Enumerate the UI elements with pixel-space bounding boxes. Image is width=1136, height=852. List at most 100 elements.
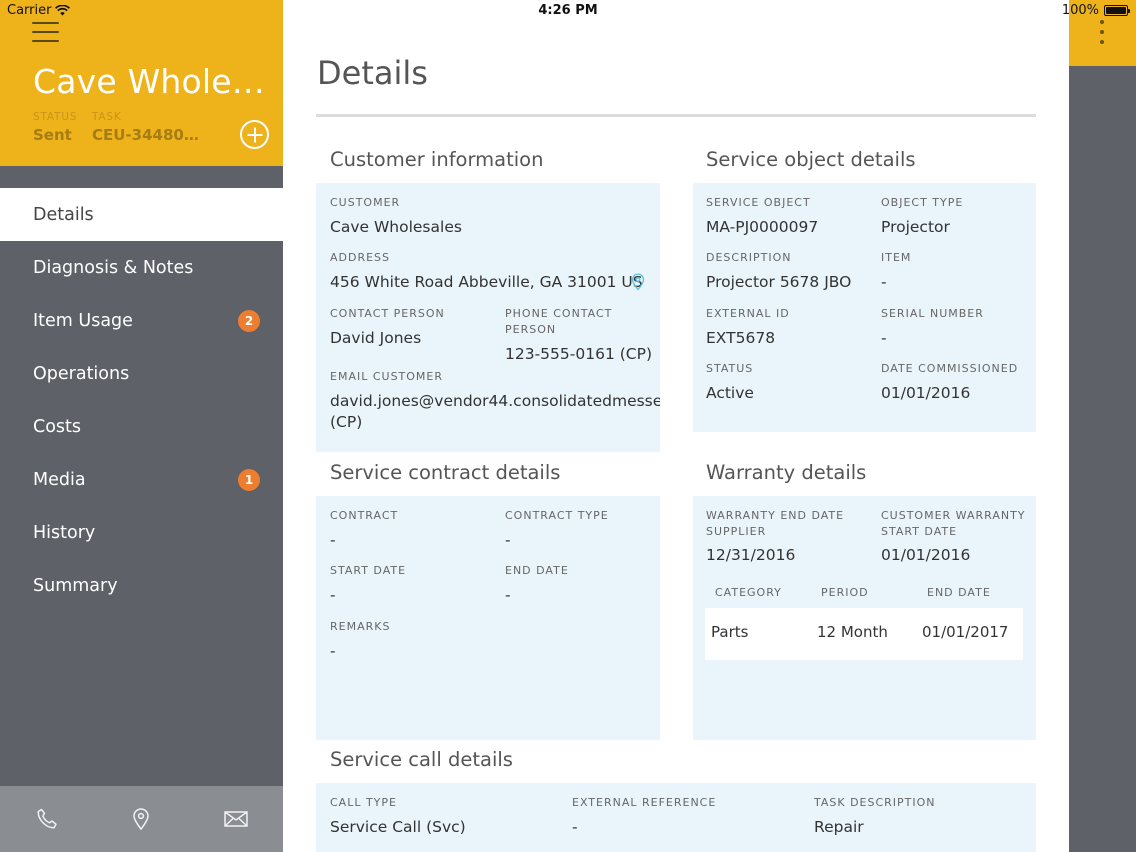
sidebar-item-costs[interactable]: Costs xyxy=(0,400,283,453)
carrier-indicator: Carrier xyxy=(7,3,71,18)
email-value-suffix: (CP) xyxy=(330,413,363,431)
clock: 4:26 PM xyxy=(538,3,598,18)
record-title: Cave Wholes… xyxy=(33,62,265,101)
service-contract-card: CONTRACT - CONTRACT TYPE - START DATE - … xyxy=(316,496,660,740)
task-description-label: TASK DESCRIPTION xyxy=(814,796,936,809)
sidebar-item-item-usage[interactable]: Item Usage 2 xyxy=(0,294,283,347)
contract-type-label: CONTRACT TYPE xyxy=(505,509,609,522)
service-object-label: SERVICE OBJECT xyxy=(706,196,811,209)
date-commissioned-value: 01/01/2016 xyxy=(881,384,971,402)
phone-contact-label-line2: PERSON xyxy=(505,323,557,336)
sidebar-item-label: Diagnosis & Notes xyxy=(33,257,194,278)
description-value: Projector 5678 JBO xyxy=(706,273,852,291)
sidebar-nav: Details Diagnosis & Notes Item Usage 2 O… xyxy=(0,188,283,612)
location-pin-icon xyxy=(133,808,150,831)
contact-person-value: David Jones xyxy=(330,329,422,347)
phone-contact-value[interactable]: 123-555-0161 (CP) xyxy=(505,344,652,365)
wifi-icon xyxy=(55,5,71,16)
call-type-value: Service Call (Svc) xyxy=(330,818,466,836)
phone-contact-label: PHONE CONTACT xyxy=(505,307,613,320)
main-content: Details Customer information CUSTOMER Ca… xyxy=(283,0,1069,852)
call-button[interactable] xyxy=(0,786,94,852)
item-label: ITEM xyxy=(881,251,912,264)
external-reference-value: - xyxy=(572,818,578,836)
sidebar: Cave Wholes… STATUS TASK Sent CEU-34480…… xyxy=(0,0,283,852)
object-status-label: STATUS xyxy=(706,362,754,375)
email-button[interactable] xyxy=(189,786,283,852)
sidebar-item-diagnosis-notes[interactable]: Diagnosis & Notes xyxy=(0,241,283,294)
service-object-heading: Service object details xyxy=(706,148,916,171)
customer-warranty-label: CUSTOMER WARRANTY xyxy=(881,509,1026,522)
warranty-heading: Warranty details xyxy=(706,461,867,484)
map-button[interactable] xyxy=(94,786,188,852)
battery-icon xyxy=(1104,5,1130,16)
sidebar-item-operations[interactable]: Operations xyxy=(0,347,283,400)
status-label: STATUS xyxy=(33,111,78,123)
email-label: EMAIL CUSTOMER xyxy=(330,370,444,383)
call-type-label: CALL TYPE xyxy=(330,796,397,809)
end-date-value: - xyxy=(505,586,511,604)
start-date-value: - xyxy=(330,586,336,604)
remarks-label: REMARKS xyxy=(330,620,391,633)
status-value: Sent xyxy=(33,126,72,144)
object-type-value: Projector xyxy=(881,218,950,236)
end-date-label: END DATE xyxy=(505,564,569,577)
contract-label: CONTRACT xyxy=(330,509,399,522)
mail-icon xyxy=(224,811,248,827)
sidebar-item-label: Costs xyxy=(33,416,82,437)
contract-type-value: - xyxy=(505,531,511,549)
status-bar: Carrier 4:26 PM 100% xyxy=(0,0,1136,22)
start-date-label: START DATE xyxy=(330,564,407,577)
service-object-card: SERVICE OBJECT MA-PJ0000097 OBJECT TYPE … xyxy=(693,183,1036,432)
description-label: DESCRIPTION xyxy=(706,251,792,264)
sidebar-item-history[interactable]: History xyxy=(0,506,283,559)
email-value[interactable]: david.jones@vendor44.consolidatedmesseng… xyxy=(330,391,660,412)
address-value: 456 White Road Abbeville, GA 31001 US xyxy=(330,273,643,291)
map-pin-icon[interactable] xyxy=(631,273,645,295)
task-description-value: Repair xyxy=(814,818,864,836)
carrier-label: Carrier xyxy=(7,3,52,18)
hamburger-menu-icon[interactable] xyxy=(32,22,59,44)
title-divider xyxy=(316,114,1036,117)
task-value: CEU-34480… xyxy=(92,126,199,144)
external-id-label: EXTERNAL ID xyxy=(706,307,790,320)
customer-info-card: CUSTOMER Cave Wholesales ADDRESS 456 Whi… xyxy=(316,183,660,452)
column-header-category: CATEGORY xyxy=(715,586,782,599)
warranty-supplier-label: WARRANTY END DATE xyxy=(706,509,845,522)
object-status-value: Active xyxy=(706,384,754,402)
service-contract-heading: Service contract details xyxy=(330,461,561,484)
sidebar-item-label: Operations xyxy=(33,363,130,384)
add-circle-button[interactable] xyxy=(240,120,269,149)
cell-category: Parts xyxy=(711,623,749,641)
sidebar-item-details[interactable]: Details xyxy=(0,188,283,241)
remarks-value: - xyxy=(330,642,336,660)
more-options-icon[interactable] xyxy=(1097,20,1107,50)
object-type-label: OBJECT TYPE xyxy=(881,196,964,209)
external-id-value: EXT5678 xyxy=(706,329,776,347)
sidebar-footer xyxy=(0,786,283,852)
warranty-supplier-value: 12/31/2016 xyxy=(706,546,796,564)
count-badge: 2 xyxy=(238,310,260,332)
sidebar-item-label: Summary xyxy=(33,575,118,596)
table-row[interactable]: Parts 12 Month 01/01/2017 xyxy=(705,608,1023,660)
sidebar-item-summary[interactable]: Summary xyxy=(0,559,283,612)
sidebar-item-media[interactable]: Media 1 xyxy=(0,453,283,506)
contract-value: - xyxy=(330,531,336,549)
service-call-heading: Service call details xyxy=(330,748,513,771)
battery-percent: 100% xyxy=(1061,3,1099,18)
serial-number-value: - xyxy=(881,329,887,347)
sidebar-item-label: Item Usage xyxy=(33,310,133,331)
cell-period: 12 Month xyxy=(817,623,888,641)
battery-indicator: 100% xyxy=(1061,3,1130,18)
sidebar-item-label: History xyxy=(33,522,96,543)
service-call-card: CALL TYPE Service Call (Svc) EXTERNAL RE… xyxy=(316,783,1036,852)
date-commissioned-label: DATE COMMISSIONED xyxy=(881,362,1019,375)
sidebar-item-label: Details xyxy=(33,204,94,225)
count-badge: 1 xyxy=(238,469,260,491)
cell-end-date: 01/01/2017 xyxy=(922,623,1009,641)
page-title: Details xyxy=(317,54,428,92)
customer-info-heading: Customer information xyxy=(330,148,544,171)
sidebar-item-label: Media xyxy=(33,469,86,490)
address-label: ADDRESS xyxy=(330,251,391,264)
sidebar-header: Cave Wholes… STATUS TASK Sent CEU-34480… xyxy=(0,0,283,166)
